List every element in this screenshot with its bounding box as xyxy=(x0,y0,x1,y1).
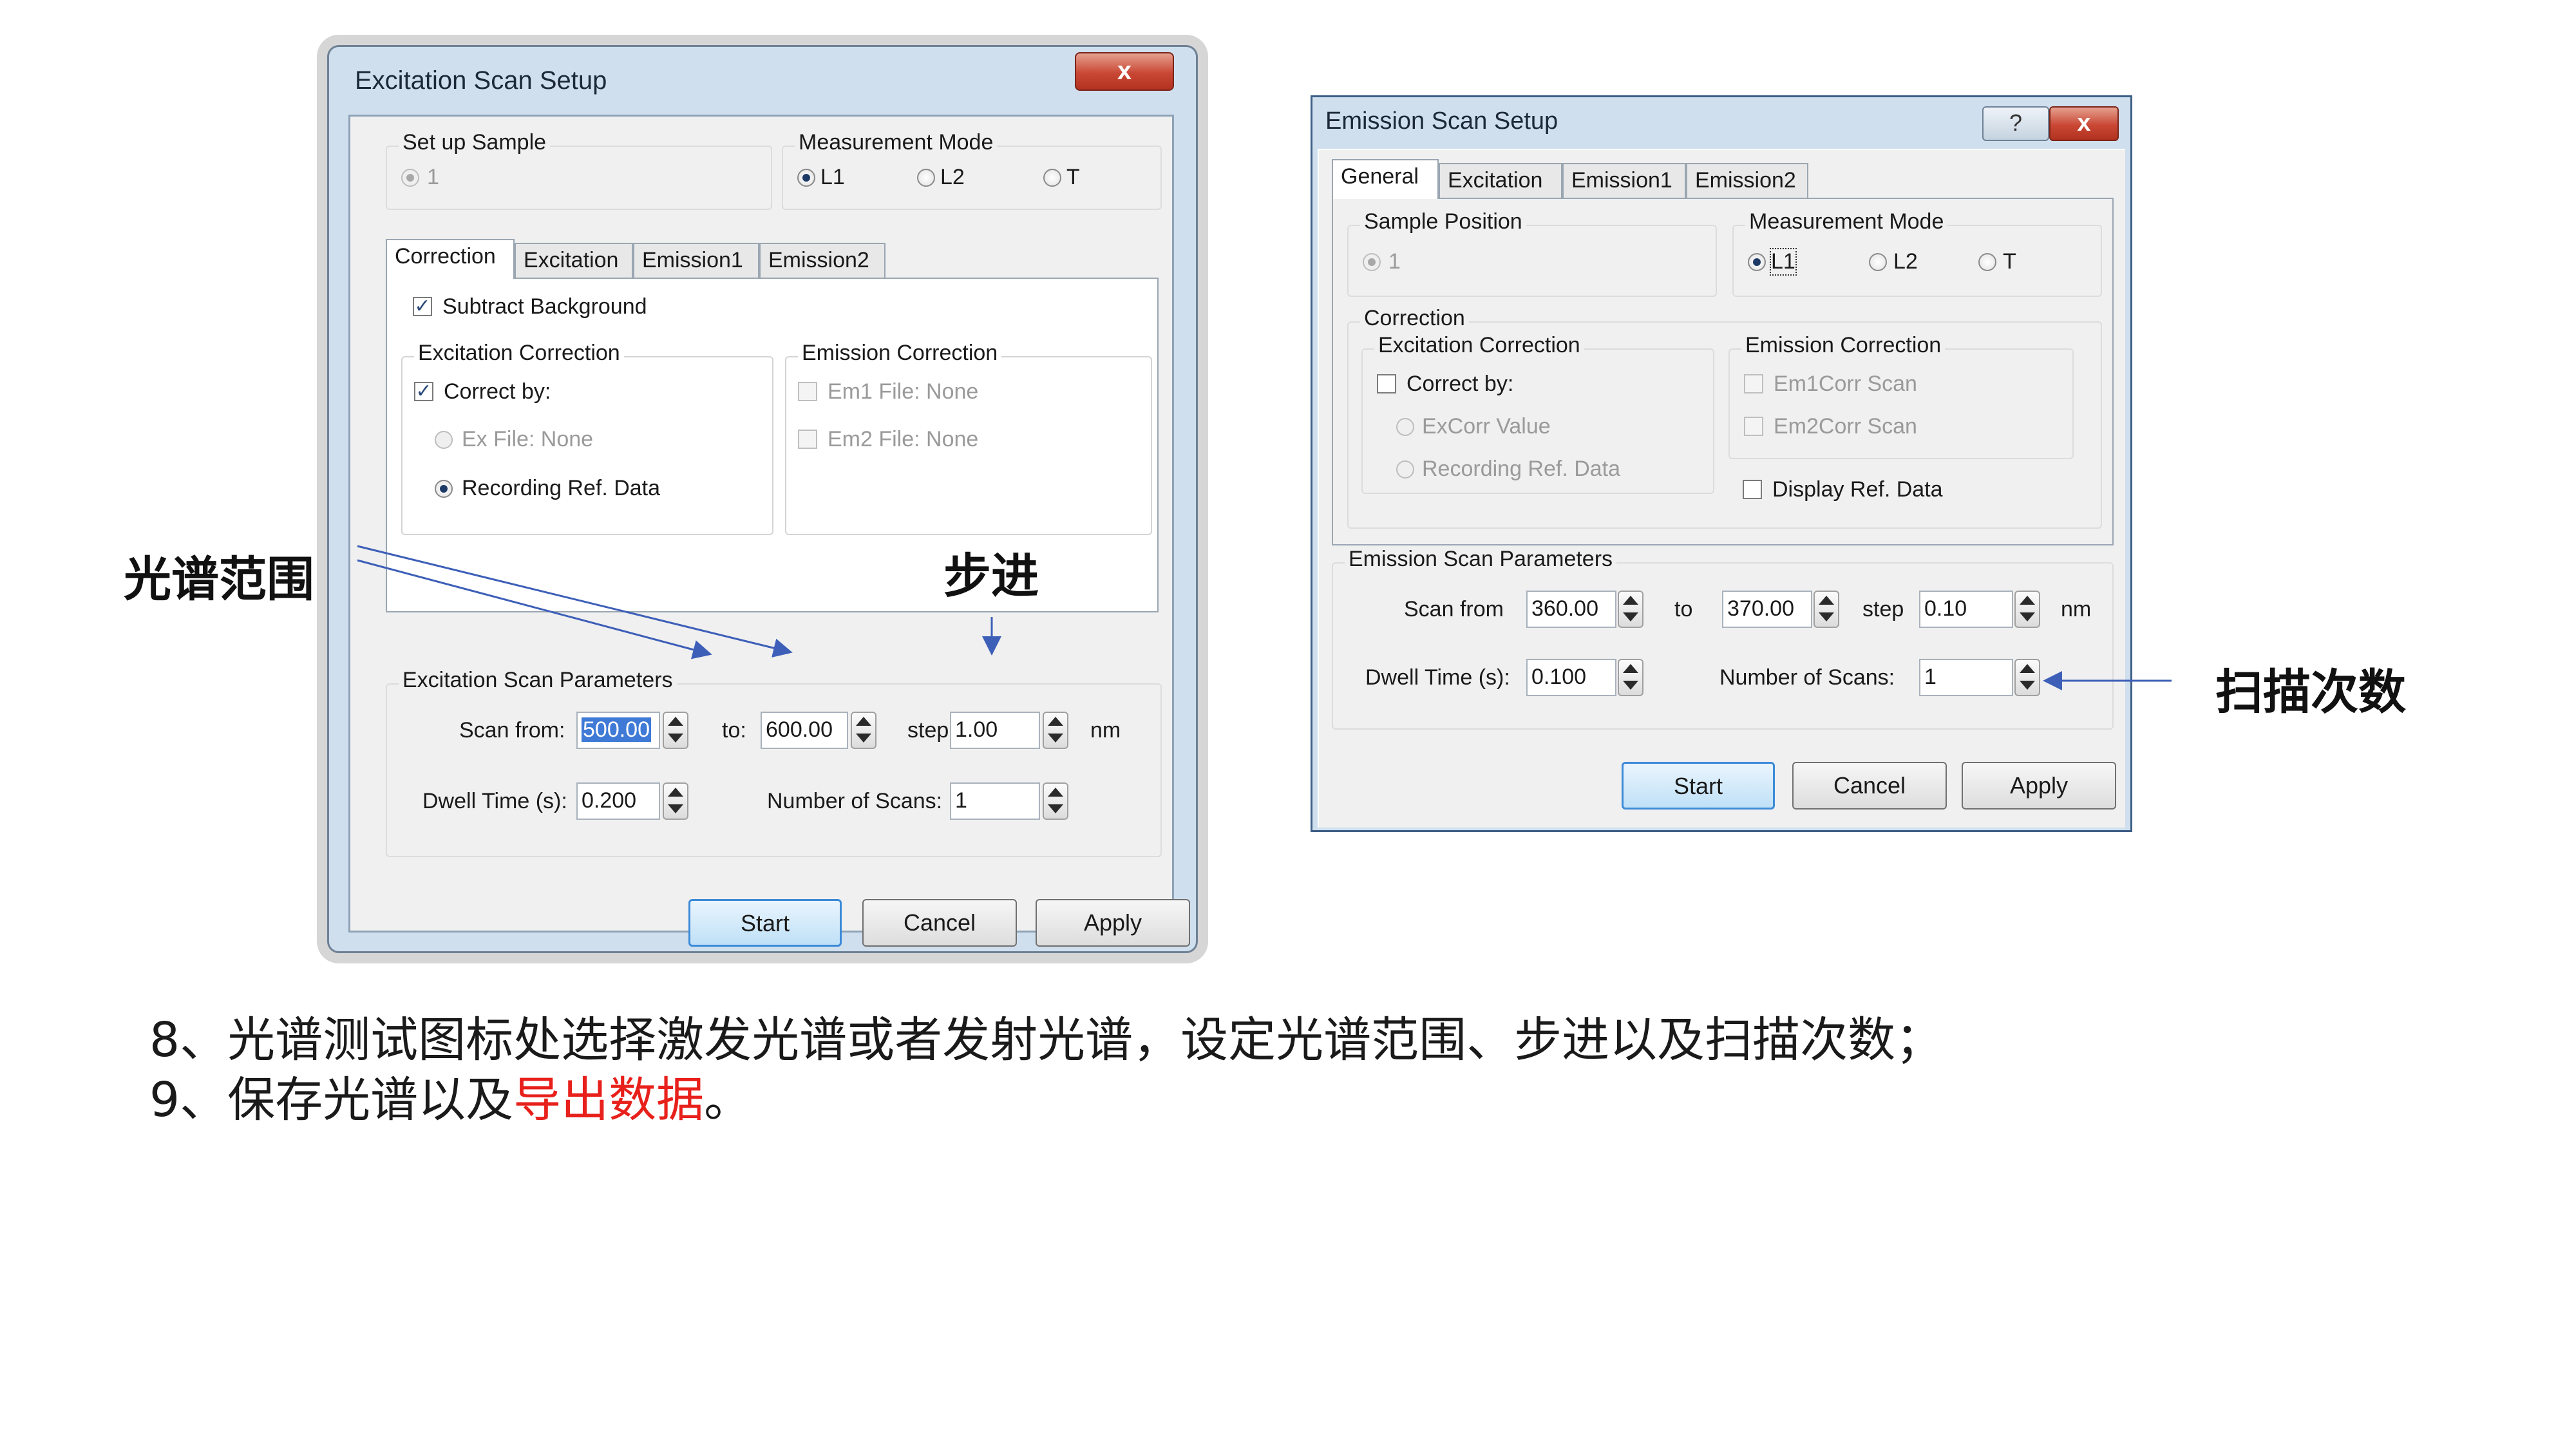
instruction-line-1: 8、光谱测试图标处选择激发光谱或者发射光谱，设定光谱范围、步进以及扫描次数； xyxy=(149,1012,1944,1068)
annotation-arrows xyxy=(357,545,2172,690)
instruction-line-2-prefix: 9、保存光谱以及 xyxy=(149,1072,514,1128)
instruction-line-2: 9、保存光谱以及导出数据。 xyxy=(149,1061,752,1130)
tab-correction[interactable]: Correction xyxy=(386,239,515,279)
arrow-to-scan-to xyxy=(357,545,793,658)
instruction-line-2-suffix: 。 xyxy=(704,1072,752,1128)
arrow-to-scan-from xyxy=(357,559,712,659)
export-data-highlight: 导出数据 xyxy=(513,1072,705,1128)
tab-general[interactable]: General xyxy=(1332,159,1439,199)
